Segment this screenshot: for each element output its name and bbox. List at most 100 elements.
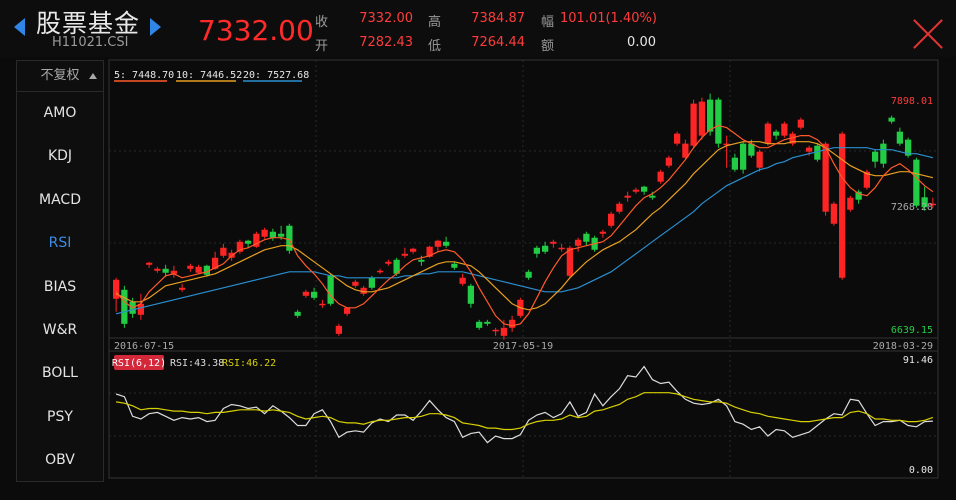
candle-body	[368, 277, 376, 288]
candle-body	[352, 281, 359, 286]
candle-body	[781, 123, 788, 136]
candle-body	[195, 266, 202, 273]
candle-body	[550, 241, 557, 244]
candle-body	[187, 265, 194, 269]
candle-body	[805, 147, 813, 152]
candle-body	[574, 239, 582, 246]
x-label-0: 2016-07-15	[114, 341, 174, 352]
rsi-layer	[115, 365, 934, 444]
candle-body	[508, 319, 516, 328]
candle-body	[558, 247, 565, 250]
candle-body	[442, 241, 450, 246]
candle-body	[855, 191, 862, 200]
moving-average-layer	[115, 124, 934, 327]
candle-body	[583, 233, 590, 242]
candle-body	[640, 186, 648, 192]
candle-body	[880, 143, 887, 164]
candle-body	[748, 143, 755, 156]
y-mid-label: 7268.28	[891, 202, 933, 213]
candle-body	[121, 289, 128, 324]
candle-body	[335, 325, 343, 334]
candle-body	[616, 203, 623, 212]
candle-body	[847, 197, 854, 210]
candle-body	[178, 287, 186, 290]
rsi-bottom-label: 0.00	[909, 465, 933, 476]
candle-body	[772, 131, 780, 136]
candle-body	[690, 103, 697, 146]
candle-body	[261, 229, 268, 237]
candle-body	[830, 203, 838, 224]
candle-body	[401, 253, 409, 256]
ma5-line	[115, 124, 934, 327]
candle-body	[162, 268, 169, 273]
candle-body	[698, 101, 706, 136]
candle-body	[302, 291, 310, 296]
candle-body	[484, 321, 491, 324]
candle-body	[154, 268, 161, 271]
candle-body	[112, 279, 120, 299]
candle-body	[715, 99, 722, 144]
candle-body	[475, 321, 483, 328]
candle-body	[706, 99, 714, 132]
candle-body	[145, 262, 153, 265]
candle-body	[376, 270, 384, 273]
y-high-label: 7898.01	[891, 96, 933, 107]
candle-body	[541, 245, 549, 252]
candle-body	[632, 189, 640, 192]
candle-body	[327, 275, 334, 304]
x-label-2: 2018-03-29	[873, 341, 933, 352]
candle-body	[871, 151, 879, 162]
candle-body	[277, 233, 285, 237]
candle-body	[409, 248, 417, 252]
candle-body	[492, 329, 499, 332]
candle-body	[269, 231, 277, 238]
rsi-badge: RSI(6,12)	[112, 358, 166, 369]
candle-body	[244, 240, 252, 244]
candle-body	[756, 151, 763, 168]
rsi1-legend: RSI:43.38	[170, 358, 224, 369]
candle-body	[418, 259, 425, 262]
kline-chart[interactable]: 5: 7448.70 10: 7446.52 20: 7527.68 7898.01 7…	[0, 0, 956, 500]
ma5-legend: 5: 7448.70	[114, 70, 174, 81]
candle-body	[459, 277, 466, 284]
candle-body	[220, 247, 227, 256]
rsi6-line	[115, 365, 933, 444]
candle-body	[764, 123, 772, 144]
candle-body	[434, 240, 442, 247]
candle-body	[896, 131, 904, 144]
candle-body	[500, 327, 508, 336]
candle-body	[310, 291, 318, 298]
candle-body	[525, 271, 532, 278]
candle-body	[599, 231, 607, 234]
candle-body	[822, 143, 829, 212]
candle-body	[607, 213, 615, 226]
rsi12-line	[116, 392, 934, 431]
candle-body	[673, 133, 681, 144]
candle-body	[385, 261, 392, 264]
candle-body	[533, 247, 541, 254]
candle-body	[739, 143, 747, 170]
candle-body	[797, 119, 805, 128]
candle-body	[319, 303, 326, 306]
candle-body	[731, 157, 739, 170]
candle-body	[913, 159, 920, 206]
x-label-1: 2017-05-19	[493, 341, 553, 352]
candle-body	[838, 133, 846, 278]
ma20-line	[115, 147, 934, 315]
rsi-top-label: 91.46	[903, 355, 933, 366]
candles-layer	[112, 93, 937, 340]
candle-body	[343, 307, 351, 314]
candle-body	[888, 117, 895, 122]
chart-labels: 5: 7448.70 10: 7446.52 20: 7527.68 7898.01 7…	[112, 70, 933, 476]
rsi2-legend: RSI:46.22	[222, 358, 276, 369]
candle-body	[657, 171, 664, 182]
candle-body	[624, 195, 631, 198]
candle-body	[665, 157, 673, 166]
candle-body	[649, 195, 656, 198]
candle-body	[294, 311, 301, 316]
ma10-legend: 10: 7446.52	[176, 70, 242, 81]
y-low-label: 6639.15	[891, 325, 933, 336]
candle-body	[451, 263, 458, 268]
ma20-legend: 20: 7527.68	[243, 70, 309, 81]
candle-body	[467, 285, 475, 304]
